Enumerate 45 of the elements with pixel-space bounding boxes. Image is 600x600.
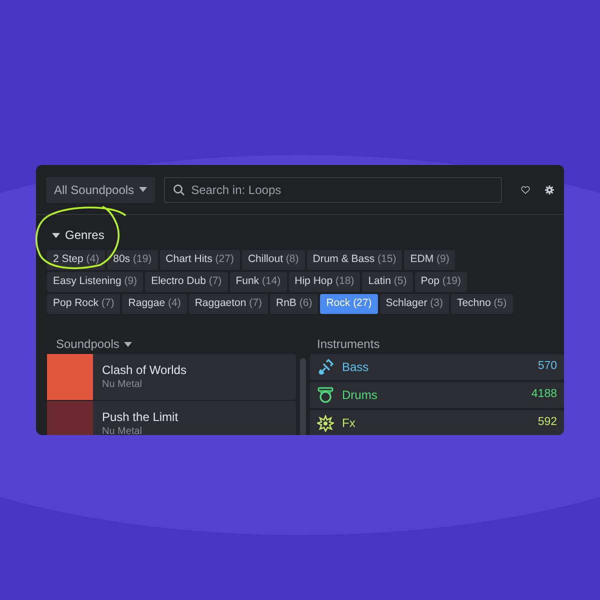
search-field[interactable]: Search in: Loops <box>164 176 502 202</box>
genre-tag[interactable]: RnB (6) <box>270 294 318 314</box>
genre-tag[interactable]: Drum & Bass (15) <box>306 250 402 270</box>
caret-icon <box>139 187 148 192</box>
genre-tag[interactable]: Raggae (4) <box>122 294 187 314</box>
instrument-row[interactable]: Fx 592 <box>310 410 564 435</box>
genre-tag[interactable]: Pop (19) <box>414 272 468 292</box>
caret-icon <box>124 342 132 346</box>
instrument-name: Bass <box>342 359 370 376</box>
genre-tag[interactable]: Funk (14) <box>230 272 287 292</box>
genre-tag[interactable]: Raggaeton (7) <box>188 294 268 314</box>
soundpool-dropdown[interactable]: All Soundpools <box>46 176 156 202</box>
instrument-count: 570 <box>538 359 557 374</box>
soundpool-row[interactable]: Push the Limit Nu Metal <box>47 401 296 435</box>
genre-tag[interactable]: Hip Hop (18) <box>288 272 360 292</box>
genre-tag[interactable]: EDM (9) <box>404 250 456 270</box>
instrument-count: 592 <box>538 415 557 430</box>
genre-tag[interactable]: Techno (5) <box>450 294 513 314</box>
instruments-header: Instruments <box>317 336 380 353</box>
soundpool-genre: Nu Metal <box>102 378 144 391</box>
soundpool-genre: Nu Metal <box>102 425 144 435</box>
soundpool-row[interactable]: Clash of Worlds Nu Metal <box>47 354 296 400</box>
soundpool-name: Push the Limit <box>102 410 178 425</box>
instrument-row[interactable]: Bass 570 <box>310 354 564 380</box>
instrument-name: Drums <box>342 387 378 404</box>
album-cover-placeholder <box>47 354 93 400</box>
instrument-name: Fx <box>342 415 356 432</box>
genre-tag[interactable]: Easy Listening (9) <box>47 272 144 292</box>
genre-tag[interactable]: Electro Dub (7) <box>145 272 228 292</box>
caret-icon <box>52 232 60 238</box>
genre-tag[interactable]: Latin (5) <box>362 272 413 292</box>
genre-tag[interactable]: 80s (19) <box>107 250 158 270</box>
genre-tag[interactable]: Schlager (3) <box>380 294 449 314</box>
genre-tag[interactable]: Chillout (8) <box>242 250 305 270</box>
album-cover-placeholder <box>47 401 93 435</box>
genre-tag[interactable]: Chart Hits (27) <box>160 250 240 270</box>
scrollbar[interactable] <box>300 358 306 435</box>
instrument-row[interactable]: Drums 4188 <box>310 382 564 408</box>
genre-tag[interactable]: Pop Rock (7) <box>47 294 120 314</box>
soundpools-header[interactable]: Soundpools <box>56 335 132 353</box>
genre-tag[interactable]: 2 Step (4) <box>47 250 106 270</box>
instrument-count: 4188 <box>531 387 557 402</box>
search-icon <box>173 184 186 196</box>
genres-toggle[interactable]: Genres <box>52 227 104 243</box>
soundpool-name: Clash of Worlds <box>102 363 186 378</box>
